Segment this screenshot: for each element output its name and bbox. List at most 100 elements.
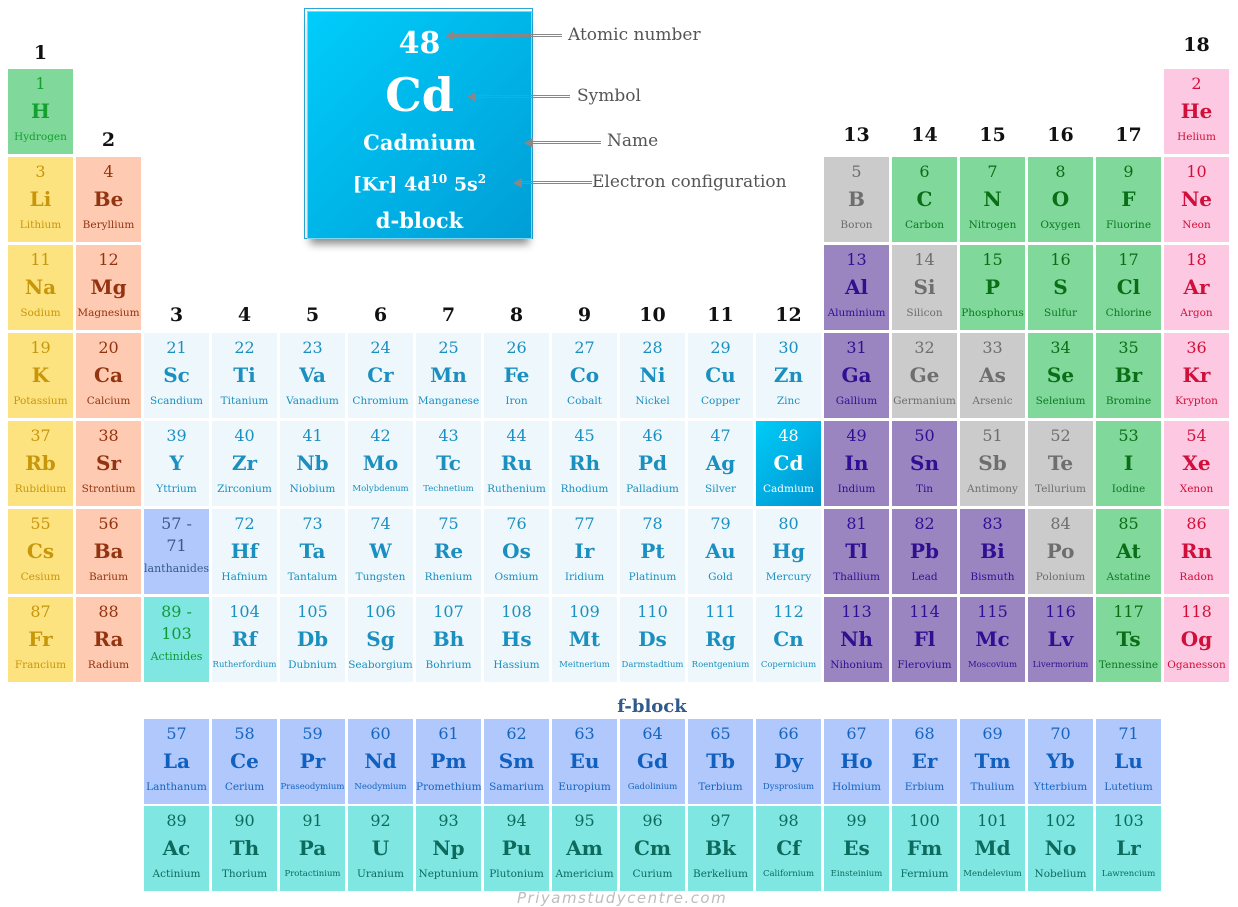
element-cell-pb[interactable]: 82 Pb Lead: [892, 509, 957, 594]
element-cell-mc[interactable]: 115 Mc Moscovium: [960, 597, 1025, 682]
element-cell-li[interactable]: 3 Li Lithium: [8, 157, 73, 242]
element-cell-tl[interactable]: 81 Tl Thallium: [824, 509, 889, 594]
element-cell-ds[interactable]: 110 Ds Darmstadtium: [620, 597, 685, 682]
element-cell-b[interactable]: 5 B Boron: [824, 157, 889, 242]
element-cell-ce[interactable]: 58 Ce Cerium: [212, 719, 277, 804]
element-cell-va[interactable]: 23 Va Vanadium: [280, 333, 345, 418]
element-cell-au[interactable]: 79 Au Gold: [688, 509, 753, 594]
element-cell-rf[interactable]: 104 Rf Rutherfordium: [212, 597, 277, 682]
element-cell-mg[interactable]: 12 Mg Magnesium: [76, 245, 141, 330]
element-cell-nh[interactable]: 113 Nh Nihonium: [824, 597, 889, 682]
element-cell-tm[interactable]: 69 Tm Thulium: [960, 719, 1025, 804]
element-cell-ar[interactable]: 18 Ar Argon: [1164, 245, 1229, 330]
element-cell-mt[interactable]: 109 Mt Meitnerium: [552, 597, 617, 682]
element-cell-k[interactable]: 19 K Potassium: [8, 333, 73, 418]
element-cell-ts[interactable]: 117 Ts Tennessine: [1096, 597, 1161, 682]
element-cell-es[interactable]: 99 Es Einsteinium: [824, 806, 889, 891]
element-cell-nd[interactable]: 60 Nd Neodymium: [348, 719, 413, 804]
element-cell-f[interactable]: 9 F Fluorine: [1096, 157, 1161, 242]
element-cell-yb[interactable]: 70 Yb Ytterbium: [1028, 719, 1093, 804]
element-cell-np[interactable]: 93 Np Neptunium: [416, 806, 481, 891]
element-cell-at[interactable]: 85 At Astatine: [1096, 509, 1161, 594]
element-cell-xe[interactable]: 54 Xe Xenon: [1164, 421, 1229, 506]
element-cell-ge[interactable]: 32 Ge Germanium: [892, 333, 957, 418]
element-cell-i[interactable]: 53 I Iodine: [1096, 421, 1161, 506]
element-cell-rn[interactable]: 86 Rn Radon: [1164, 509, 1229, 594]
element-cell-pr[interactable]: 59 Pr Praseodymium: [280, 719, 345, 804]
element-cell-ag[interactable]: 47 Ag Silver: [688, 421, 753, 506]
element-cell-o[interactable]: 8 O Oxygen: [1028, 157, 1093, 242]
element-cell-am[interactable]: 95 Am Americium: [552, 806, 617, 891]
element-cell-cs[interactable]: 55 Cs Cesium: [8, 509, 73, 594]
element-cell-ru[interactable]: 44 Ru Ruthenium: [484, 421, 549, 506]
element-cell-s[interactable]: 16 S Sulfur: [1028, 245, 1093, 330]
element-cell-nb[interactable]: 41 Nb Niobium: [280, 421, 345, 506]
element-cell-pd[interactable]: 46 Pd Palladium: [620, 421, 685, 506]
element-cell-mn[interactable]: 25 Mn Manganese: [416, 333, 481, 418]
element-cell-fe[interactable]: 26 Fe Iron: [484, 333, 549, 418]
element-cell-kr[interactable]: 36 Kr Krypton: [1164, 333, 1229, 418]
element-cell-sr[interactable]: 38 Sr Strontium: [76, 421, 141, 506]
element-cell-rb[interactable]: 37 Rb Rubidium: [8, 421, 73, 506]
element-cell-he[interactable]: 2 He Helium: [1164, 69, 1229, 154]
element-cell-as[interactable]: 33 As Arsenic: [960, 333, 1025, 418]
element-cell-og[interactable]: 118 Og Oganesson: [1164, 597, 1229, 682]
element-cell-p[interactable]: 15 P Phosphorus: [960, 245, 1025, 330]
element-cell-ho[interactable]: 67 Ho Holmium: [824, 719, 889, 804]
element-cell-al[interactable]: 13 Al Aluminium: [824, 245, 889, 330]
element-cell-no[interactable]: 102 No Nobelium: [1028, 806, 1093, 891]
element-cell-ra[interactable]: 88 Ra Radium: [76, 597, 141, 682]
element-cell-hg[interactable]: 80 Hg Mercury: [756, 509, 821, 594]
element-cell-sb[interactable]: 51 Sb Antimony: [960, 421, 1025, 506]
element-cell-ti[interactable]: 22 Ti Titanium: [212, 333, 277, 418]
element-cell-se[interactable]: 34 Se Selenium: [1028, 333, 1093, 418]
element-cell-md[interactable]: 101 Md Mendelevium: [960, 806, 1025, 891]
element-cell-co[interactable]: 27 Co Cobalt: [552, 333, 617, 418]
element-cell-hs[interactable]: 108 Hs Hassium: [484, 597, 549, 682]
element-cell-c[interactable]: 6 C Carbon: [892, 157, 957, 242]
element-cell-ni[interactable]: 28 Ni Nickel: [620, 333, 685, 418]
element-cell-sg[interactable]: 106 Sg Seaborgium: [348, 597, 413, 682]
element-cell-n[interactable]: 7 N Nitrogen: [960, 157, 1025, 242]
element-cell-zr[interactable]: 40 Zr Zirconium: [212, 421, 277, 506]
element-cell-h[interactable]: 1 H Hydrogen: [8, 69, 73, 154]
element-cell-y[interactable]: 39 Y Yttrium: [144, 421, 209, 506]
element-cell-cd[interactable]: 48 Cd Cadmium: [756, 421, 821, 506]
element-cell-fm[interactable]: 100 Fm Fermium: [892, 806, 957, 891]
element-cell-pm[interactable]: 61 Pm Promethium: [416, 719, 481, 804]
placeholder-lanthanides[interactable]: 57 - 71 lanthanides: [144, 509, 209, 594]
element-cell-po[interactable]: 84 Po Polonium: [1028, 509, 1093, 594]
placeholder-actinides[interactable]: 89 - 103 Actinides: [144, 597, 209, 682]
element-cell-mo[interactable]: 42 Mo Molybdenum: [348, 421, 413, 506]
element-cell-re[interactable]: 75 Re Rhenium: [416, 509, 481, 594]
element-cell-bi[interactable]: 83 Bi Bismuth: [960, 509, 1025, 594]
element-cell-hf[interactable]: 72 Hf Hafnium: [212, 509, 277, 594]
element-cell-dy[interactable]: 66 Dy Dysprosium: [756, 719, 821, 804]
element-cell-lr[interactable]: 103 Lr Lawrencium: [1096, 806, 1161, 891]
element-cell-er[interactable]: 68 Er Erbium: [892, 719, 957, 804]
element-cell-ir[interactable]: 77 Ir Iridium: [552, 509, 617, 594]
element-cell-os[interactable]: 76 Os Osmium: [484, 509, 549, 594]
element-cell-pt[interactable]: 78 Pt Platinum: [620, 509, 685, 594]
element-cell-cr[interactable]: 24 Cr Chromium: [348, 333, 413, 418]
element-cell-fr[interactable]: 87 Fr Francium: [8, 597, 73, 682]
element-cell-br[interactable]: 35 Br Bromine: [1096, 333, 1161, 418]
element-cell-ca[interactable]: 20 Ca Calcium: [76, 333, 141, 418]
element-cell-lv[interactable]: 116 Lv Livermorium: [1028, 597, 1093, 682]
element-cell-rh[interactable]: 45 Rh Rhodium: [552, 421, 617, 506]
element-cell-u[interactable]: 92 U Uranium: [348, 806, 413, 891]
element-cell-sn[interactable]: 50 Sn Tin: [892, 421, 957, 506]
element-cell-cl[interactable]: 17 Cl Chlorine: [1096, 245, 1161, 330]
element-cell-fl[interactable]: 114 Fl Flerovium: [892, 597, 957, 682]
element-cell-sc[interactable]: 21 Sc Scandium: [144, 333, 209, 418]
element-cell-eu[interactable]: 63 Eu Europium: [552, 719, 617, 804]
element-cell-si[interactable]: 14 Si Silicon: [892, 245, 957, 330]
element-cell-w[interactable]: 74 W Tungsten: [348, 509, 413, 594]
element-cell-sm[interactable]: 62 Sm Samarium: [484, 719, 549, 804]
element-cell-cm[interactable]: 96 Cm Curium: [620, 806, 685, 891]
element-cell-bk[interactable]: 97 Bk Berkelium: [688, 806, 753, 891]
element-cell-pu[interactable]: 94 Pu Plutonium: [484, 806, 549, 891]
element-cell-te[interactable]: 52 Te Tellurium: [1028, 421, 1093, 506]
element-cell-ta[interactable]: 73 Ta Tantalum: [280, 509, 345, 594]
element-cell-ac[interactable]: 89 Ac Actinium: [144, 806, 209, 891]
